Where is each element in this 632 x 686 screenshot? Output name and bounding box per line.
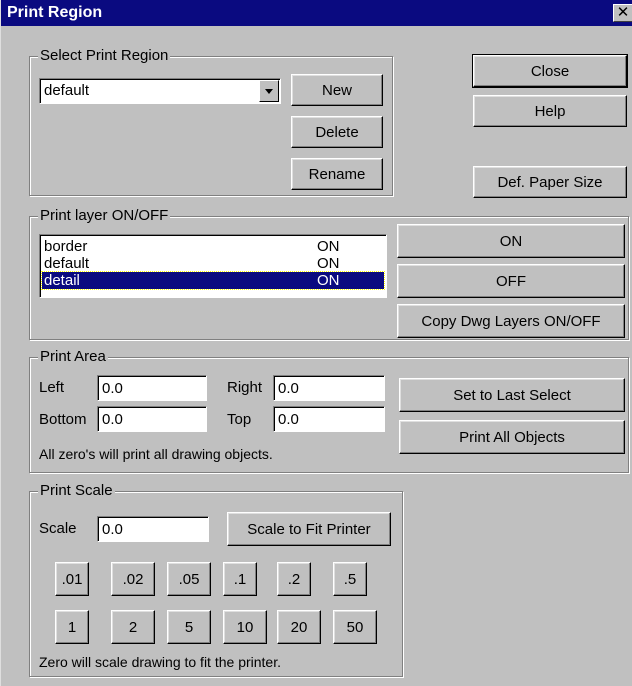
scale-preset-button[interactable]: 2	[111, 610, 155, 644]
close-button[interactable]: Close	[472, 54, 628, 88]
left-label: Left	[39, 379, 65, 396]
list-item-selected[interactable]: detail ON	[41, 271, 385, 290]
window-title: Print Region	[7, 4, 103, 21]
scale-preset-button[interactable]: 10	[223, 610, 267, 644]
scale-preset-button[interactable]: .2	[277, 562, 311, 596]
layer-name: default	[44, 255, 90, 272]
rename-button[interactable]: Rename	[291, 158, 383, 190]
set-to-last-select-button[interactable]: Set to Last Select	[399, 378, 625, 412]
left-field[interactable]	[97, 375, 207, 401]
print-area-label: Print Area	[38, 348, 108, 366]
print-region-dialog: Print Region ✕ Select Print Region defau…	[0, 0, 632, 686]
region-combobox-value: default	[44, 82, 90, 99]
layer-listbox[interactable]: border ON default ON detail ON	[39, 234, 387, 298]
right-label: Right	[227, 379, 263, 396]
top-label: Top	[227, 411, 252, 428]
layer-on-button[interactable]: ON	[397, 224, 625, 258]
list-item[interactable]: border ON	[42, 238, 384, 255]
bottom-label: Bottom	[39, 411, 87, 428]
layer-state: ON	[317, 238, 340, 255]
new-button[interactable]: New	[291, 74, 383, 106]
region-combobox[interactable]: default	[39, 78, 281, 104]
top-field[interactable]	[273, 406, 385, 432]
print-scale-note: Zero will scale drawing to fit the print…	[39, 654, 281, 670]
print-all-objects-button[interactable]: Print All Objects	[399, 420, 625, 454]
layer-name: border	[44, 238, 88, 255]
chevron-down-icon[interactable]	[259, 80, 279, 102]
help-button[interactable]: Help	[473, 95, 627, 127]
scale-label: Scale	[39, 520, 77, 537]
scale-preset-button[interactable]: .02	[111, 562, 155, 596]
layer-state: ON	[317, 255, 340, 272]
layer-state: ON	[317, 272, 340, 289]
print-scale-label: Print Scale	[38, 482, 115, 500]
scale-field[interactable]	[97, 516, 209, 542]
scale-preset-button[interactable]: 20	[277, 610, 321, 644]
scale-preset-button[interactable]: 1	[55, 610, 89, 644]
delete-button[interactable]: Delete	[291, 116, 383, 148]
scale-preset-button[interactable]: 50	[333, 610, 377, 644]
scale-preset-button[interactable]: 5	[167, 610, 211, 644]
layer-name: detail	[44, 272, 80, 289]
copy-dwg-layers-button[interactable]: Copy Dwg Layers ON/OFF	[397, 304, 625, 338]
scale-to-fit-printer-button[interactable]: Scale to Fit Printer	[227, 512, 391, 546]
scale-preset-button[interactable]: .05	[167, 562, 211, 596]
close-icon[interactable]: ✕	[613, 4, 632, 22]
scale-preset-button[interactable]: .1	[223, 562, 257, 596]
print-area-note: All zero's will print all drawing object…	[39, 446, 273, 462]
scale-preset-button[interactable]: .01	[55, 562, 89, 596]
print-layer-label: Print layer ON/OFF	[38, 207, 171, 225]
layer-off-button[interactable]: OFF	[397, 264, 625, 298]
right-field[interactable]	[273, 375, 385, 401]
scale-preset-button[interactable]: .5	[333, 562, 367, 596]
list-item[interactable]: default ON	[42, 255, 384, 272]
title-bar: Print Region ✕	[1, 0, 632, 26]
select-print-region-label: Select Print Region	[38, 47, 171, 65]
def-paper-size-button[interactable]: Def. Paper Size	[473, 166, 627, 198]
bottom-field[interactable]	[97, 406, 207, 432]
